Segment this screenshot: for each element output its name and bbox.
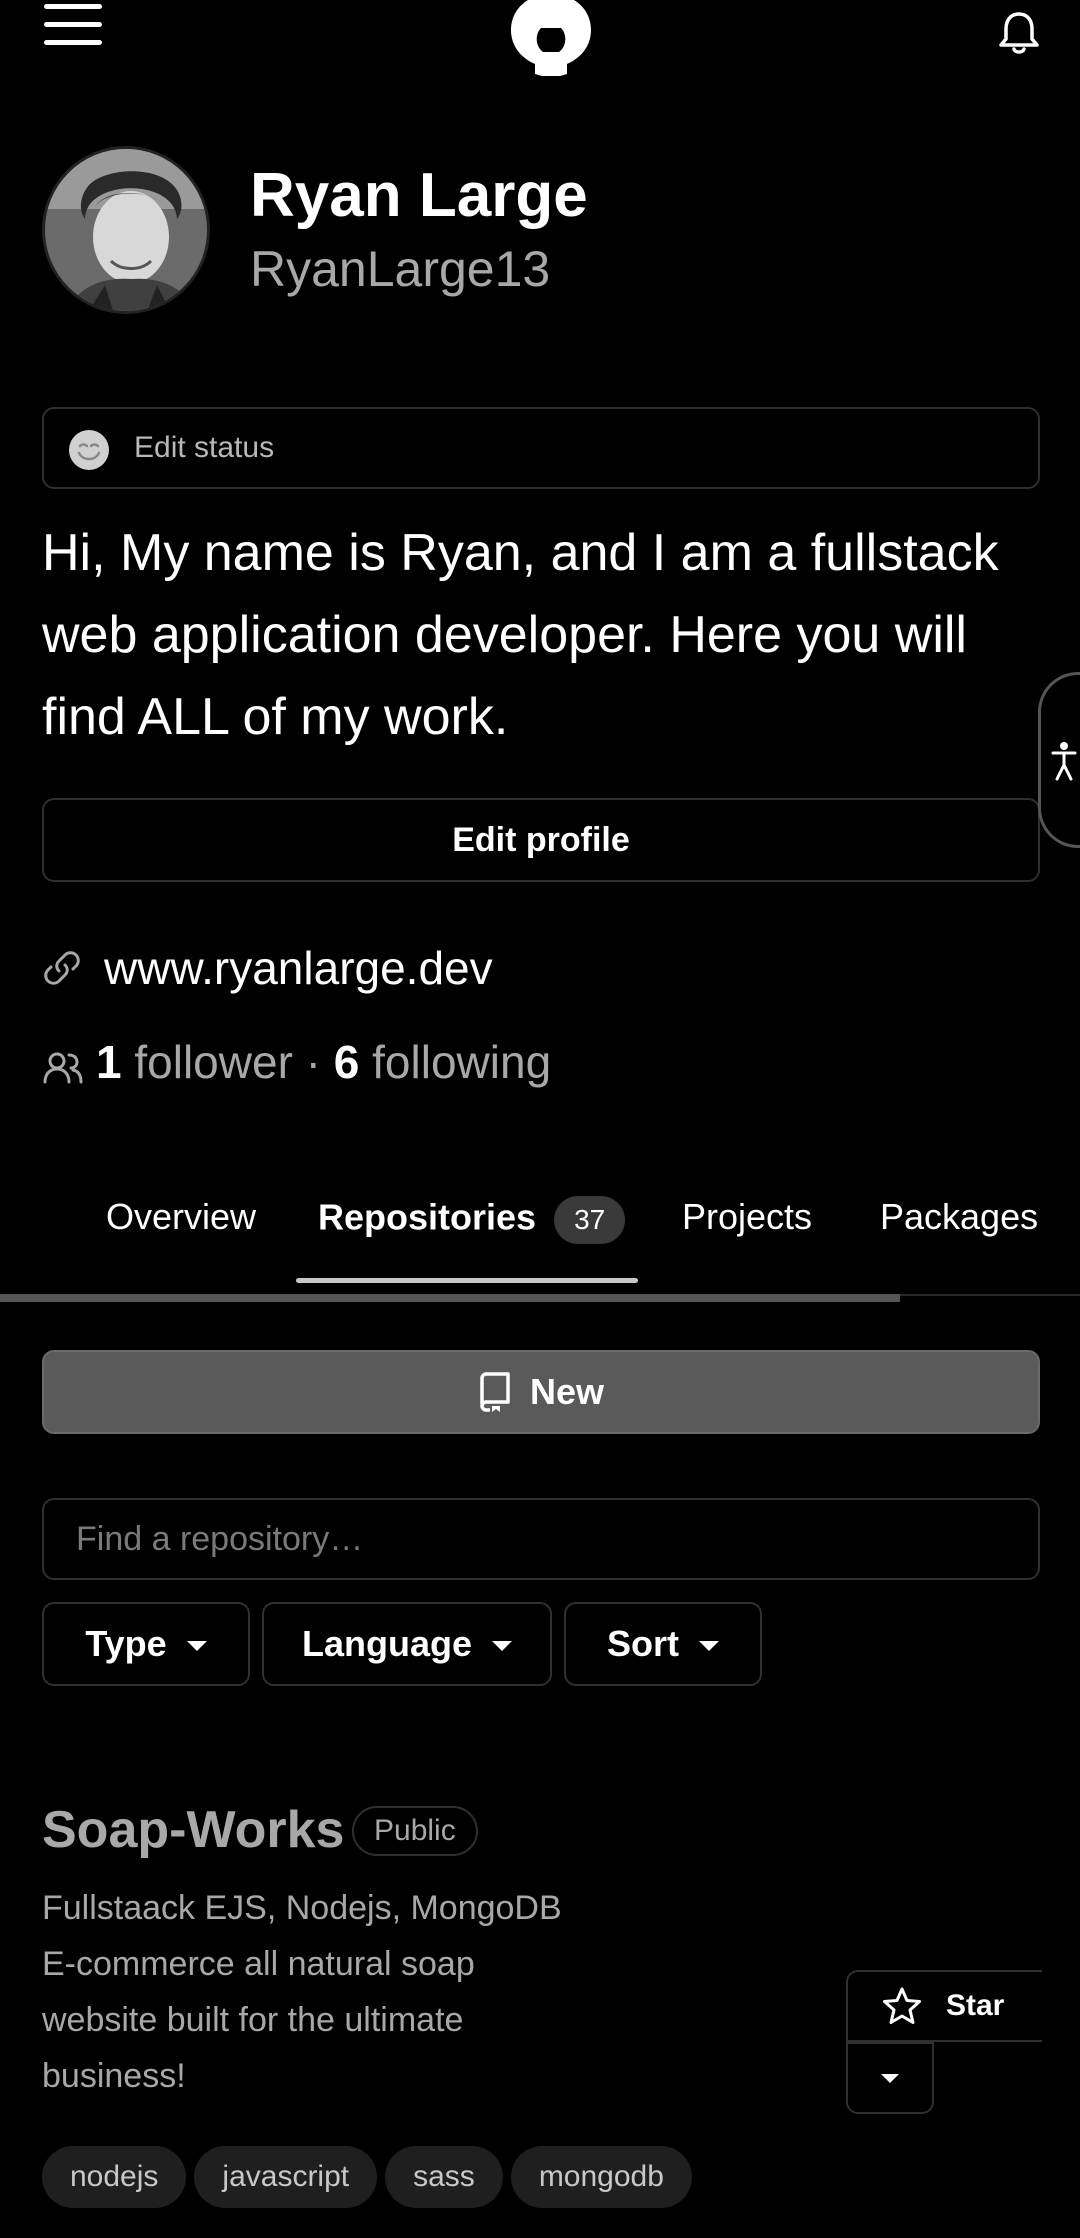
profile-tabs: Overview Repositories 37 Projects Package… <box>0 1180 1080 1300</box>
edit-status-button[interactable]: Edit status <box>42 407 1040 489</box>
new-repository-button[interactable]: New <box>42 1350 1040 1434</box>
topic-tag[interactable]: javascript <box>194 2146 378 2208</box>
topic-tag[interactable]: sass <box>385 2146 503 2208</box>
following-label[interactable]: following <box>372 1035 551 1089</box>
star-label: Star <box>946 1989 1005 2022</box>
language-filter-dropdown[interactable]: Language <box>262 1602 552 1686</box>
website-link[interactable]: www.ryanlarge.dev <box>104 941 493 995</box>
tab-overview[interactable]: Overview <box>106 1196 256 1238</box>
separator: · <box>305 1036 321 1088</box>
tab-packages[interactable]: Packages <box>880 1196 1038 1238</box>
type-filter-dropdown[interactable]: Type <box>42 1602 250 1686</box>
tab-repositories-label: Repositories <box>318 1196 537 1238</box>
chevron-down-icon <box>699 1641 719 1651</box>
star-list-dropdown[interactable] <box>846 2042 934 2114</box>
following-count[interactable]: 6 <box>334 1035 360 1089</box>
profile-page: Ryan Large RyanLarge13 Edit status Hi, M… <box>0 0 1080 2238</box>
repository-search-input[interactable] <box>42 1498 1040 1580</box>
followers-count[interactable]: 1 <box>96 1035 122 1089</box>
tabs-scrollbar[interactable] <box>0 1294 900 1302</box>
type-filter-label: Type <box>85 1623 167 1664</box>
edit-profile-button[interactable]: Edit profile <box>42 798 1040 882</box>
sort-filter-label: Sort <box>607 1623 679 1664</box>
visibility-badge: Public <box>352 1806 478 1856</box>
star-button[interactable]: Star <box>846 1970 1042 2042</box>
star-icon <box>883 1987 921 2024</box>
accessibility-icon <box>1051 742 1077 781</box>
language-filter-label: Language <box>301 1623 472 1664</box>
avatar[interactable] <box>42 146 210 314</box>
bell-icon[interactable] <box>994 8 1044 58</box>
repository-name-link[interactable]: Soap-Works <box>42 1800 344 1860</box>
followers-label[interactable]: follower <box>134 1035 293 1089</box>
link-icon <box>44 951 80 985</box>
sort-filter-dropdown[interactable]: Sort <box>564 1602 762 1686</box>
profile-username: RyanLarge13 <box>250 241 551 297</box>
followers-row: 1 follower · 6 following <box>42 1034 551 1090</box>
top-bar <box>0 0 1080 90</box>
chevron-down-icon <box>186 1641 207 1651</box>
profile-bio: Hi, My name is Ryan, and I am a fullstac… <box>42 524 999 746</box>
people-icon <box>43 1052 83 1084</box>
status-label: Edit status <box>134 431 275 464</box>
website-row: www.ryanlarge.dev <box>42 940 493 996</box>
topic-list: nodejs javascript sass mongodb <box>42 2146 700 2208</box>
tab-repositories[interactable]: Repositories 37 <box>318 1196 626 1244</box>
chevron-down-icon <box>881 2073 899 2083</box>
new-repository-label: New <box>529 1371 605 1412</box>
repository-description: Fullstaack EJS, Nodejs, MongoDB E-commer… <box>42 1889 562 2095</box>
github-icon[interactable] <box>507 0 595 76</box>
repo-icon <box>480 1372 510 1412</box>
profile-name: Ryan Large <box>250 161 588 230</box>
chevron-down-icon <box>492 1641 512 1651</box>
topic-tag[interactable]: nodejs <box>42 2146 187 2208</box>
active-tab-indicator <box>296 1278 638 1283</box>
smiley-icon <box>69 430 109 470</box>
tab-projects[interactable]: Projects <box>682 1196 812 1238</box>
hamburger-icon[interactable] <box>44 4 102 54</box>
repositories-count-badge: 37 <box>554 1196 626 1244</box>
accessibility-tab[interactable] <box>1038 672 1080 848</box>
topic-tag[interactable]: mongodb <box>510 2146 692 2208</box>
